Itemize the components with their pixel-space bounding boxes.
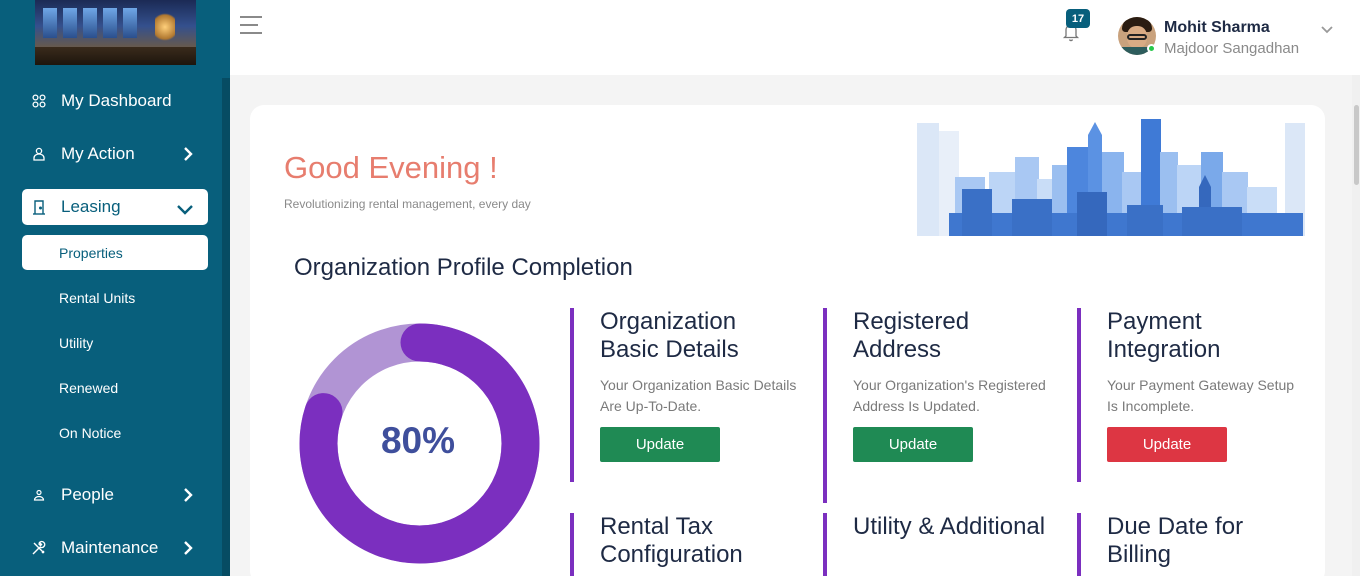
tile-registered-address: Registered Address Your Organization's R… [823,308,1053,503]
update-organization-details-button[interactable]: Update [600,427,720,462]
sidebar-subitem-renewed[interactable]: Renewed [22,370,208,405]
sidebar-subitem-label: Renewed [59,379,119,396]
tile-payment-integration: Payment Integration Your Payment Gateway… [1077,308,1307,482]
chevron-down-icon[interactable] [1320,22,1334,40]
tile-organization-basic-details: Organization Basic Details Your Organiza… [570,308,800,482]
sidebar-item-my-dashboard[interactable]: My Dashboard [22,83,208,119]
sidebar-item-leasing[interactable]: Leasing [22,189,208,225]
user-action-icon [30,145,48,163]
sidebar-subitem-label: Rental Units [59,289,136,306]
tile-title: Payment Integration [1107,308,1221,363]
tile-description: Your Organization's Registered Address I… [853,377,1046,414]
sidebar-item-label: My Dashboard [61,91,172,110]
logo-image [35,0,196,65]
tile-title: Rental Tax Configuration [600,513,743,568]
chevron-right-icon [182,486,194,509]
tile-title: Registered Address [853,308,970,363]
tile-title: Organization Basic Details [600,308,739,363]
sidebar-subitem-utility[interactable]: Utility [22,325,208,360]
sidebar-subitem-on-notice[interactable]: On Notice [22,415,208,450]
person-icon [30,486,48,504]
online-status-dot [1147,44,1156,53]
sidebar-subitem-label: Utility [59,334,94,351]
user-organization: Majdoor Sangadhan [1164,40,1300,57]
menu-toggle-icon[interactable] [240,16,262,36]
sidebar-subitem-label: Properties [59,244,123,261]
sidebar-item-label: Maintenance [61,538,159,557]
door-icon [30,198,48,216]
tile-rental-tax-configuration: Rental Tax Configuration [570,513,800,576]
grid-icon [30,92,48,110]
page-scrollbar[interactable] [1352,75,1360,576]
section-title: Organization Profile Completion [294,254,633,281]
update-registered-address-button[interactable]: Update [853,427,973,462]
tile-title: Utility & Additional [853,513,1046,540]
chevron-right-icon [182,145,194,168]
sidebar-item-label: My Action [61,144,135,163]
completion-percent: 80% [380,420,456,461]
update-payment-integration-button[interactable]: Update [1107,427,1227,462]
sidebar-subitem-label: On Notice [59,424,122,441]
user-name: Mohit Sharma [1164,19,1270,36]
tagline: Revolutionizing rental management, every… [284,197,531,211]
sidebar-item-people[interactable]: People [22,477,208,513]
tile-due-date-billing: Due Date for Billing [1077,513,1307,576]
top-header: 17 Mohit Sharma Majdoor Sangadhan [230,0,1360,75]
city-skyline-illustration [917,119,1305,236]
greeting-heading: Good Evening ! [284,150,498,185]
sidebar-item-my-action[interactable]: My Action [22,136,208,172]
sidebar-item-label: People [61,485,114,504]
notification-badge: 17 [1066,9,1090,28]
sidebar-item-maintenance[interactable]: Maintenance [22,530,208,566]
sidebar: My Dashboard My Action Leasing Propertie… [0,0,230,576]
tile-utility-additional: Utility & Additional [823,513,1053,576]
chevron-right-icon [182,539,194,562]
sidebar-subitem-rental-units[interactable]: Rental Units [22,280,208,315]
sidebar-subitem-properties[interactable]: Properties [22,235,208,270]
tile-description: Your Payment Gateway Setup Is Incomplete… [1107,377,1295,414]
chevron-down-icon [176,200,194,220]
tile-description: Your Organization Basic Details Are Up-T… [600,377,797,414]
tools-icon [30,539,48,557]
sidebar-item-label: Leasing [61,197,121,216]
sidebar-scrollbar[interactable] [222,78,230,576]
tile-title: Due Date for Billing [1107,513,1244,568]
